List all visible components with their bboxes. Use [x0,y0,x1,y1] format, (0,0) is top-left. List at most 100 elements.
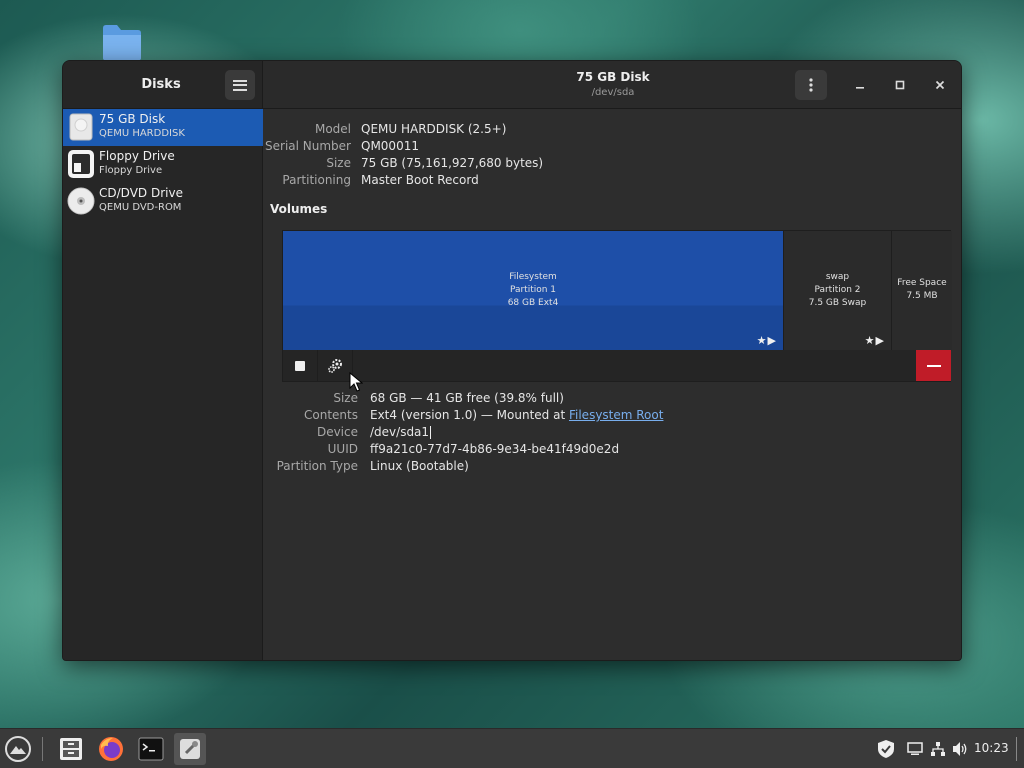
pi-size-row: Size [263,390,358,407]
segment-label: 68 GB Ext4 [507,298,559,308]
speaker-icon [953,742,967,756]
header-bar: 75 GB Disk /dev/sda [263,61,961,109]
pi-contents-value: Ext4 (version 1.0) — Mounted at Filesyst… [370,407,663,424]
minimize-icon [856,87,864,89]
unmount-button[interactable] [283,350,318,381]
terminal-taskbar-button[interactable] [135,733,167,765]
terminal-icon [138,737,164,761]
pi-contents-label: Contents [304,408,358,422]
show-desktop-edge[interactable] [1016,737,1017,761]
pi-contents-row: Contents [263,407,358,424]
pi-size-value: 68 GB — 41 GB free (39.8% full) [370,391,564,405]
display-tray-icon[interactable] [905,729,925,768]
pi-uuid-value: ff9a21c0-77d7-4b86-9e34-be41f49d0e2d [370,442,620,456]
clock[interactable]: 10:23 [974,741,1009,755]
segment-label: Partition 2 [814,285,861,295]
header-subtitle: /dev/sda [591,87,635,98]
drive-list: 75 GB Disk QEMU HARDDISK Floppy Drive Fl… [63,109,263,220]
floppy-icon [67,149,95,179]
file-cabinet-icon [60,738,82,760]
desktop-folder-icon[interactable] [101,22,143,62]
firefox-taskbar-button[interactable] [95,733,127,765]
drive-name: Floppy Drive [99,149,175,163]
text-caret [430,426,432,439]
optical-disc-icon [67,186,95,216]
stop-icon [295,360,305,371]
pi-ptype-label: Partition Type [276,459,358,473]
segment-label: swap [825,272,850,282]
partition-2-segment[interactable]: swap Partition 2 7.5 GB Swap ★▶ [783,231,891,351]
drive-item-75gb-disk[interactable]: 75 GB Disk QEMU HARDDISK [63,109,263,146]
pi-device-row: Device [263,424,358,441]
maximize-icon [895,80,905,90]
mouse-pointer-icon [349,371,364,395]
disk-utility-icon [180,739,200,759]
drive-item-floppy[interactable]: Floppy Drive Floppy Drive [63,146,263,183]
free-space-segment[interactable]: Free Space 7.5 MB [891,231,952,351]
drive-subtitle: Floppy Drive [99,165,163,176]
serial-value: QM00011 [361,139,419,153]
maximize-button[interactable] [890,75,910,95]
segment-label: Filesystem [509,272,557,282]
launcher-logo-icon [5,736,31,762]
hard-disk-icon [67,112,95,142]
main-menu-button[interactable] [225,70,255,100]
pi-ptype-row: Partition Type [263,458,358,475]
security-tray-icon[interactable] [874,729,898,768]
header-title: 75 GB Disk [576,70,650,84]
segment-label: Free Space [897,278,947,288]
additional-options-button[interactable] [318,350,353,381]
drive-options-button[interactable] [795,70,827,100]
taskbar: 10:23 [0,728,1024,768]
close-icon [935,80,945,90]
taskbar-separator [42,737,43,761]
filesystem-root-link[interactable]: Filesystem Root [569,408,663,422]
volume-toolbar [282,350,951,382]
volumes-heading: Volumes [270,202,328,216]
partitioning-value: Master Boot Record [361,173,479,187]
drive-name: CD/DVD Drive [99,186,183,200]
segment-label: 7.5 GB Swap [808,298,867,308]
gears-icon [328,358,342,373]
drive-subtitle: QEMU HARDDISK [99,128,185,139]
file-manager-taskbar-button[interactable] [55,733,87,765]
drive-item-cd-dvd[interactable]: CD/DVD Drive QEMU DVD-ROM [63,183,263,220]
model-label: Model [314,122,351,136]
app-launcher-button[interactable] [2,733,34,765]
mounted-star-play-icon: ★▶ [756,334,777,347]
hamburger-icon [233,79,247,91]
serial-label: Serial Number [265,139,351,153]
volume-tray-icon[interactable] [950,729,970,768]
segment-label: Partition 1 [509,285,557,295]
partitioning-label: Partitioning [282,173,351,187]
pi-ptype-value: Linux (Bootable) [370,459,469,473]
size-value: 75 GB (75,161,927,680 bytes) [361,156,544,170]
segment-label: 7.5 MB [906,291,938,301]
volume-map: Filesystem Partition 1 68 GB Ext4 ★▶ swa… [282,230,952,351]
drive-subtitle: QEMU DVD-ROM [99,202,182,213]
minimize-button[interactable] [850,75,870,95]
pi-device-value[interactable]: /dev/sda1 [370,424,432,441]
serial-row: Serial Number [263,138,351,155]
firefox-icon [99,737,123,761]
partition-1-segment[interactable]: Filesystem Partition 1 68 GB Ext4 ★▶ [283,231,783,351]
pi-uuid-row: UUID [263,441,358,458]
disks-window: Disks 75 GB Disk QEMU HARDDISK Floppy Dr… [62,60,962,661]
partitioning-row: Partitioning [263,172,351,189]
delete-partition-button[interactable] [916,350,951,381]
pi-device-text: /dev/sda1 [370,425,430,439]
close-button[interactable] [930,75,950,95]
network-tray-icon[interactable] [928,729,948,768]
disks-taskbar-button[interactable] [174,733,206,765]
sidebar-header: Disks [63,61,262,109]
pi-uuid-label: UUID [327,442,358,456]
content-pane: 75 GB Disk /dev/sda Model QEMU HARDDISK … [263,61,961,660]
monitor-icon [907,742,923,755]
pi-device-label: Device [316,425,358,439]
drive-name: 75 GB Disk [99,112,166,126]
minus-icon [926,364,941,367]
shield-icon [878,740,894,758]
active-star-play-icon: ★▶ [864,334,885,347]
sidebar: Disks 75 GB Disk QEMU HARDDISK Floppy Dr… [63,61,263,660]
size-label: Size [326,156,351,170]
